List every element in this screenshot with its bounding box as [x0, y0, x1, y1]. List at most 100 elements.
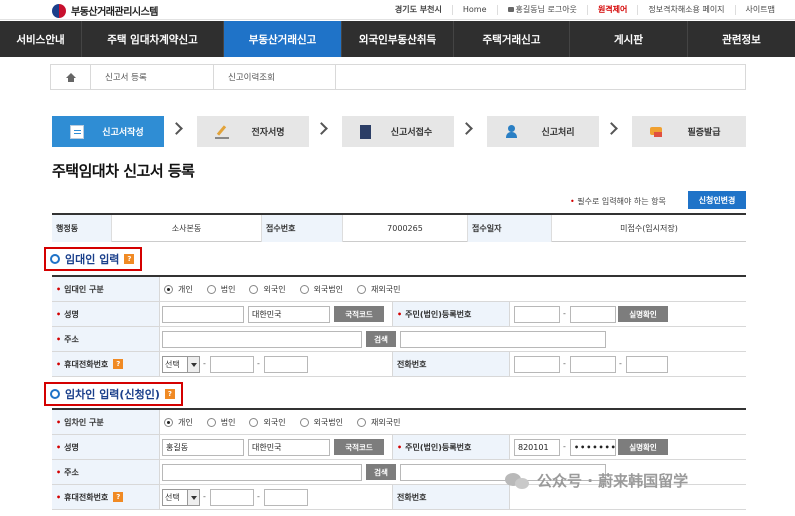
radio-foreign-corporation[interactable]: 외국법인	[299, 417, 344, 428]
breadcrumb-history[interactable]: 신고이력조회	[214, 65, 336, 89]
nav-foreigner-acquisition[interactable]: 외국인부동산취득	[342, 21, 454, 57]
radio-label: 개인	[178, 284, 193, 294]
select-value: 선택	[165, 493, 180, 502]
radio-label: 외국인	[263, 417, 286, 427]
lessee-name-row: • 성명 홍길동 대한민국 국적코드 • 주민(법인)등록번호 820101 - •…	[52, 435, 746, 460]
mobile-middle-input[interactable]	[210, 489, 254, 506]
nav-service-info[interactable]: 서비스안내	[0, 21, 82, 57]
radio-overseas-korean[interactable]: 재외국민	[357, 284, 400, 295]
radio-button[interactable]	[206, 417, 216, 427]
remote-control-link[interactable]: 원격제어	[586, 5, 637, 15]
change-applicant-button[interactable]: 신청인변경	[688, 191, 746, 209]
radio-button[interactable]	[249, 417, 259, 427]
mobile-last-input[interactable]	[264, 356, 308, 373]
radio-foreigner[interactable]: 외국인	[249, 284, 286, 295]
lessee-id-back-input[interactable]: •••••••	[570, 439, 616, 456]
nav-housing-report[interactable]: 주택거래신고	[454, 21, 570, 57]
breadcrumb-register[interactable]: 신고서 등록	[91, 65, 214, 89]
help-icon[interactable]: ?	[164, 389, 175, 399]
help-icon[interactable]: ?	[113, 359, 124, 369]
radio-button[interactable]	[299, 417, 309, 427]
required-mark: •	[56, 334, 62, 344]
lessee-id-front-input[interactable]: 820101	[514, 439, 560, 456]
lessee-section-title: 임차인 입력(신청인)	[65, 388, 160, 401]
logout-label: 홍길동님 로그아웃	[515, 5, 577, 14]
radio-individual[interactable]: 개인	[164, 284, 193, 295]
user-icon	[505, 124, 519, 139]
field-label: • 성명	[52, 302, 160, 326]
nav-related-info[interactable]: 관련정보	[688, 21, 795, 57]
mobile-middle-input[interactable]	[210, 356, 254, 373]
document-icon	[70, 124, 84, 139]
nav-lease-report[interactable]: 주택 임대차계약신고	[82, 21, 224, 57]
sitemap-link[interactable]: 사이트맵	[734, 5, 785, 15]
site-logo[interactable]: 부동산거래관리시스템	[52, 3, 159, 18]
lessor-nationality-field[interactable]: 대한민국	[248, 306, 330, 323]
real-name-verify-button[interactable]: 실명확인	[618, 439, 668, 455]
lessee-nationality-field[interactable]: 대한민국	[248, 439, 330, 456]
radio-button[interactable]	[249, 284, 259, 294]
address-search-button[interactable]: 검색	[366, 464, 396, 480]
pen-icon	[215, 125, 229, 139]
lessee-name-input[interactable]: 홍길동	[162, 439, 244, 456]
lessor-id-back-input[interactable]	[570, 306, 616, 323]
breadcrumb-home[interactable]	[51, 65, 91, 89]
top-bar: 부동산거래관리시스템 경기도 부천시 Home 홍길동님 로그아웃 원격제어 정…	[0, 0, 795, 20]
lessor-address-detail-input[interactable]	[400, 331, 606, 348]
radio-button[interactable]	[164, 284, 173, 294]
radio-corporation[interactable]: 법인	[206, 284, 235, 295]
home-link[interactable]: Home	[451, 5, 497, 15]
radio-overseas-korean[interactable]: 재외국민	[357, 417, 400, 428]
lessor-name-input[interactable]	[162, 306, 244, 323]
lessor-address-input[interactable]	[162, 331, 362, 348]
phone-area-input[interactable]	[514, 356, 560, 373]
help-icon[interactable]: ?	[124, 254, 135, 264]
required-mark: •	[56, 492, 62, 502]
nav-board[interactable]: 게시판	[570, 21, 688, 57]
radio-button[interactable]	[357, 284, 367, 294]
radio-button[interactable]	[206, 284, 216, 294]
lock-icon	[507, 7, 514, 12]
chevron-right-icon	[315, 122, 328, 135]
logout-link[interactable]: 홍길동님 로그아웃	[496, 5, 587, 15]
lessor-id-front-input[interactable]	[514, 306, 560, 323]
main-nav: 서비스안내 주택 임대차계약신고 부동산거래신고 외국인부동산취득 주택거래신고…	[0, 21, 795, 57]
required-mark: •	[56, 467, 62, 477]
radio-foreigner[interactable]: 외국인	[249, 417, 286, 428]
radio-individual[interactable]: 개인	[164, 417, 193, 428]
step-process: 신고처리	[487, 116, 599, 147]
nationality-code-button[interactable]: 국적코드	[334, 439, 384, 455]
receipt-info-table: 행정동 소사본동 접수번호 7000265 접수일자 미접수(임시저장)	[52, 213, 746, 242]
radio-button[interactable]	[164, 417, 173, 427]
radio-corporation[interactable]: 법인	[206, 417, 235, 428]
lessor-type-row: • 임대인 구분 개인 법인 외국인 외국법인 재외국민	[52, 277, 746, 302]
field-label: • 휴대전화번호?	[52, 352, 160, 376]
accessibility-page-link[interactable]: 정보격차해소용 페이지	[637, 5, 734, 15]
dash-separator: -	[257, 492, 260, 501]
radio-button[interactable]	[357, 417, 367, 427]
field-label: 전화번호	[392, 485, 510, 509]
phone-middle-input[interactable]	[570, 356, 616, 373]
step-sign: 전자서명	[197, 116, 309, 147]
address-search-button[interactable]: 검색	[366, 331, 396, 347]
nav-real-estate-report[interactable]: 부동산거래신고	[224, 21, 342, 57]
radio-foreign-corporation[interactable]: 외국법인	[299, 284, 343, 295]
mobile-prefix-select[interactable]: 선택	[162, 489, 200, 506]
field-label: • 임대인 구분	[52, 277, 160, 301]
circle-bullet-icon	[50, 254, 60, 264]
chevron-right-icon	[605, 122, 618, 135]
lessor-type-radios: 개인 법인 외국인 외국법인 재외국민	[164, 277, 414, 301]
field-label: • 임차인 구분	[52, 410, 160, 434]
chevron-right-icon	[460, 122, 473, 135]
step-submit: 신고서접수	[342, 116, 454, 147]
radio-button[interactable]	[299, 284, 309, 294]
mobile-prefix-select[interactable]: 선택	[162, 356, 200, 373]
nationality-code-button[interactable]: 국적코드	[334, 306, 384, 322]
step-label: 신고서접수	[390, 128, 433, 138]
help-icon[interactable]: ?	[113, 492, 124, 502]
lessee-address-input[interactable]	[162, 464, 362, 481]
mobile-last-input[interactable]	[264, 489, 308, 506]
real-name-verify-button[interactable]: 실명확인	[618, 306, 668, 322]
phone-last-input[interactable]	[626, 356, 668, 373]
radio-label: 외국법인	[313, 417, 344, 427]
